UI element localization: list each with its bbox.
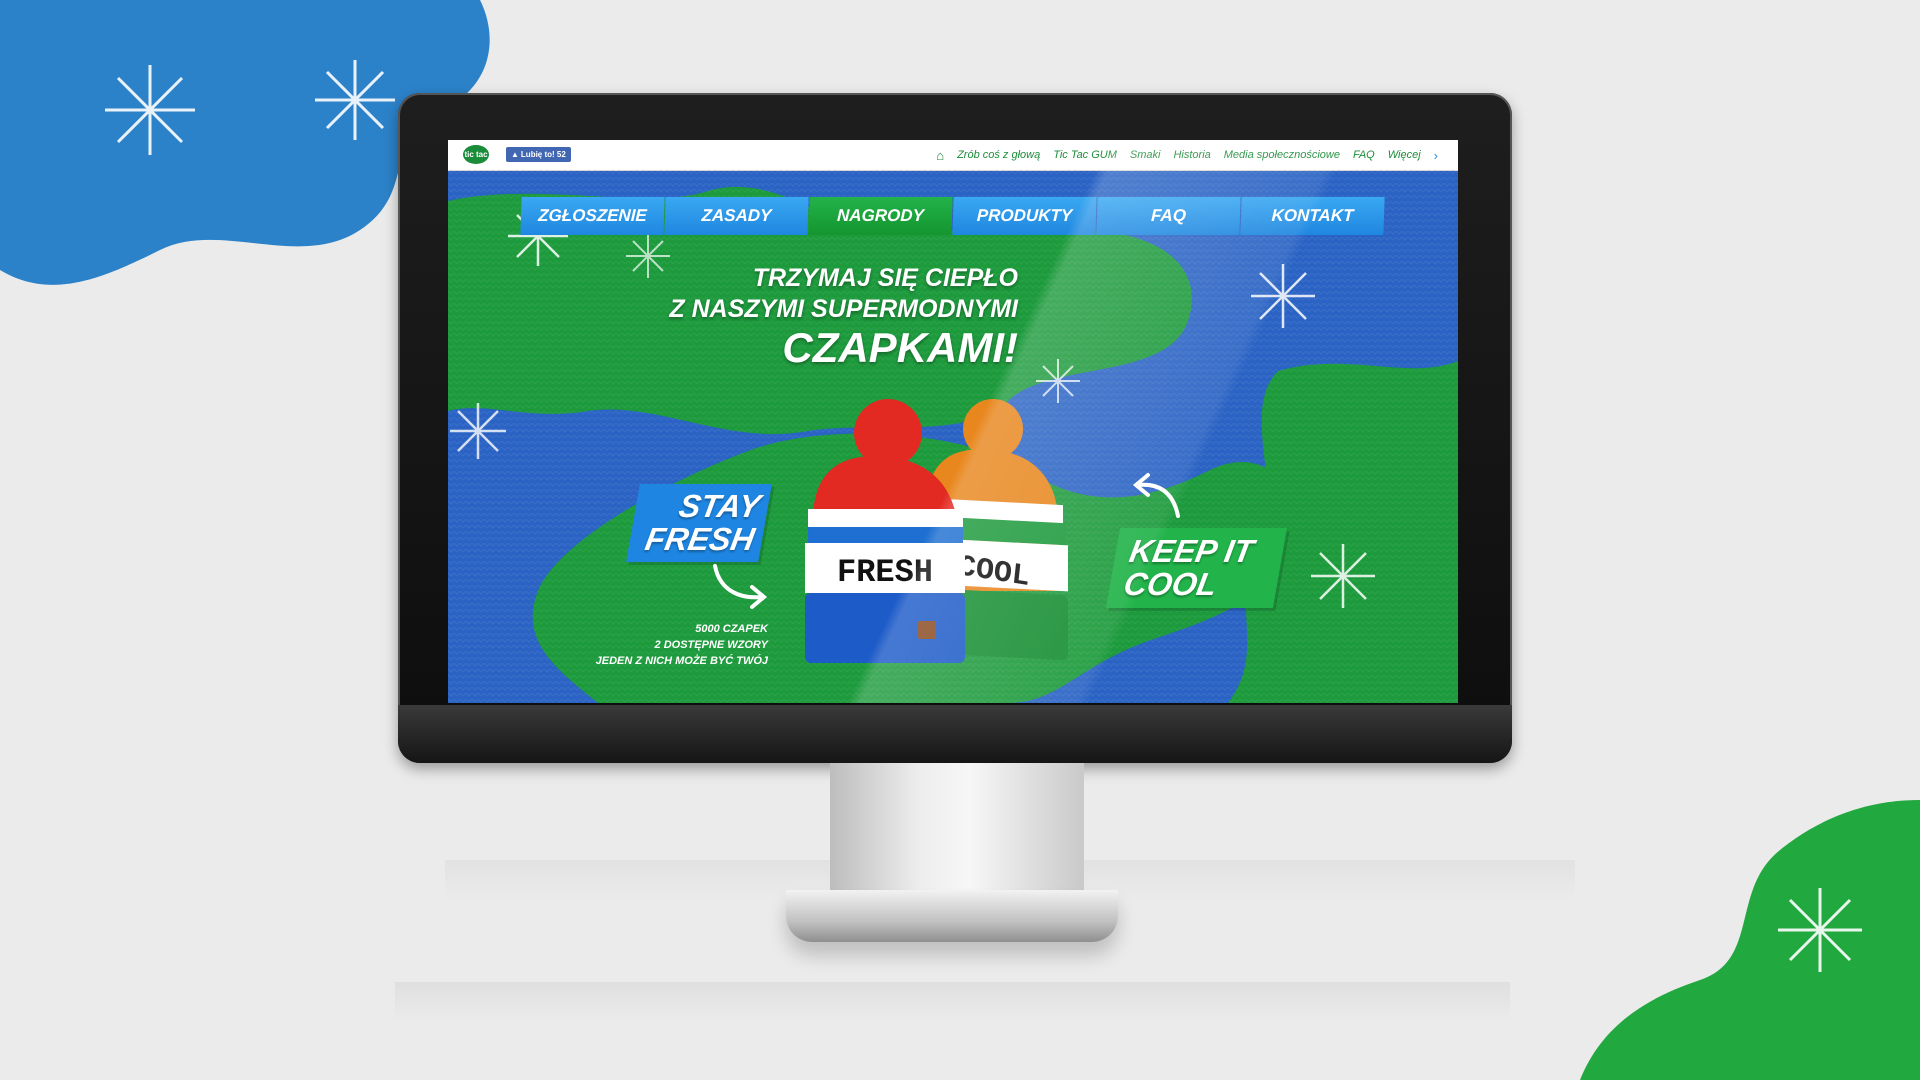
top-links: ⌂ Zrób coś z głową Tic Tac GUM Smaki His…: [936, 140, 1438, 170]
monitor-stand-neck: [830, 763, 1084, 903]
nav-nagrody[interactable]: NAGRODY: [808, 197, 953, 235]
promo-line-3: JEDEN Z NICH MOŻE BYĆ TWÓJ: [595, 655, 768, 667]
keep-it-cool-line-2: COOL: [1121, 566, 1220, 602]
main-nav: ZGŁOSZENIE ZASADY NAGRODY PRODUKTY FAQ K…: [520, 197, 1385, 235]
site-topbar: tic tac ▲ Lubię to! 52 ⌂ Zrób coś z głową…: [448, 140, 1458, 171]
stay-fresh-line-2: FRESH: [642, 521, 758, 557]
stay-fresh-badge: STAY FRESH: [626, 484, 772, 562]
nav-zgloszenie[interactable]: ZGŁOSZENIE: [520, 197, 665, 235]
snowflake-icon: [1778, 888, 1862, 972]
top-link-historia[interactable]: Historia: [1173, 149, 1210, 161]
stay-fresh-line-1: STAY: [676, 488, 764, 524]
headline-line-3: CZAPKAMI!: [782, 324, 1018, 371]
facebook-like-button[interactable]: ▲ Lubię to! 52: [506, 147, 571, 162]
chevron-right-icon: ›: [1433, 147, 1438, 163]
top-link-faq[interactable]: FAQ: [1353, 149, 1375, 161]
nav-faq[interactable]: FAQ: [1096, 197, 1241, 235]
monitor-screen: tic tac ▲ Lubię to! 52 ⌂ Zrób coś z głową…: [448, 140, 1458, 703]
top-link-zrob[interactable]: Zrób coś z głową: [957, 149, 1040, 161]
nav-zasady[interactable]: ZASADY: [664, 197, 809, 235]
promo-line-2: 2 DOSTĘPNE WZORY: [654, 639, 768, 651]
nav-produkty[interactable]: PRODUKTY: [952, 197, 1097, 235]
headline-line-2: Z NASZYMI SUPERMODNYMI: [669, 295, 1018, 323]
snowflake-icon: [1311, 544, 1375, 608]
monitor-stand-base: [786, 890, 1118, 942]
like-button-label: Lubię to! 52: [520, 150, 566, 159]
snowflake-icon: [450, 403, 506, 459]
keep-it-cool-line-1: KEEP IT: [1126, 533, 1257, 569]
curved-arrow-icon: [1132, 473, 1180, 518]
top-link-wiecej[interactable]: Więcej: [1388, 149, 1421, 161]
nav-kontakt[interactable]: KONTAKT: [1240, 197, 1385, 235]
hero-headline: TRZYMAJ SIĘ CIEPŁO Z NASZYMI SUPERMODNYM…: [608, 263, 1018, 371]
fresh-hat-label: FRESH: [837, 554, 933, 591]
top-link-gum[interactable]: Tic Tac GUM: [1053, 149, 1117, 161]
top-link-smaki[interactable]: Smaki: [1130, 149, 1161, 161]
snowflake-icon: [1251, 264, 1315, 328]
headline-line-1: TRZYMAJ SIĘ CIEPŁO: [752, 264, 1018, 292]
monitor-chin: [398, 705, 1512, 763]
promo-line-1: 5000 CZAPEK: [695, 623, 768, 635]
fresh-hat: FRESH: [805, 399, 965, 663]
home-icon[interactable]: ⌂: [936, 148, 944, 163]
thumbs-up-icon: ▲: [511, 150, 519, 159]
desk-shadow: [395, 982, 1510, 1022]
curved-arrow-icon: [713, 564, 768, 609]
hero-banner: ZGŁOSZENIE ZASADY NAGRODY PRODUKTY FAQ K…: [448, 171, 1458, 703]
top-link-media[interactable]: Media społecznościowe: [1224, 149, 1340, 161]
keep-it-cool-badge: KEEP IT COOL: [1105, 528, 1288, 608]
knit-blob-bottom-right: [1580, 800, 1920, 1080]
promo-text: 5000 CZAPEK 2 DOSTĘPNE WZORY JEDEN Z NIC…: [568, 621, 768, 669]
tic-tac-logo[interactable]: tic tac: [463, 145, 489, 164]
beanie-hats-image: COOL FRESH: [805, 399, 1068, 663]
